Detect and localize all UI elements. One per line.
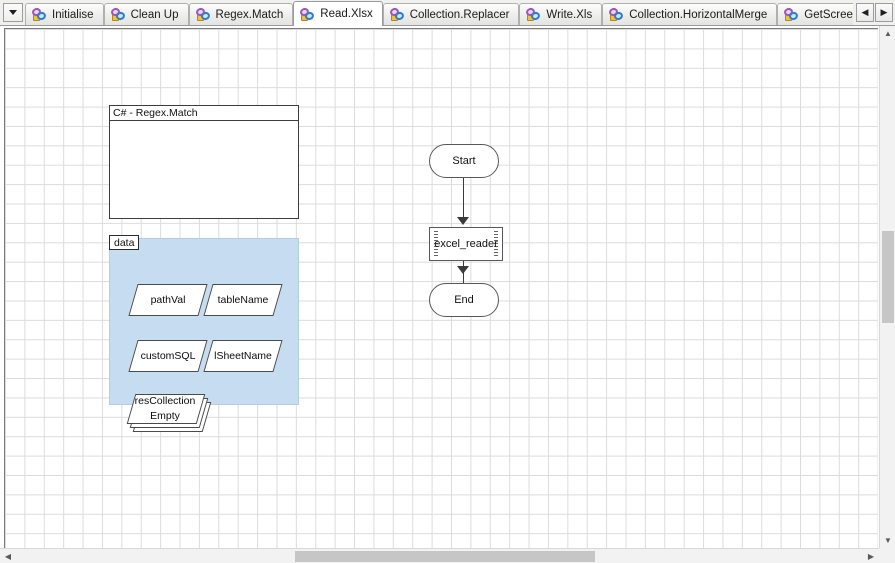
scroll-left-button[interactable]: ◀ (0, 549, 16, 563)
collection-layer-front (126, 394, 206, 424)
flow-node-label: excel_reader (434, 238, 498, 250)
chevron-left-icon: ◀ (861, 7, 869, 17)
arrowhead-icon (457, 266, 469, 274)
flow-node-end[interactable]: End (429, 283, 499, 317)
parallelogram-shape (128, 284, 208, 316)
object-rings-icon (608, 6, 625, 22)
tab-read-xlsx[interactable]: Read.Xlsx (293, 1, 383, 26)
object-rings-icon (299, 6, 316, 21)
data-item-lsheetname[interactable]: lSheetName (203, 340, 283, 372)
object-rings-icon (30, 6, 48, 22)
tab-label: Clean Up (130, 8, 179, 21)
scroll-up-button[interactable]: ▲ (880, 26, 895, 41)
parallelogram-shape (128, 340, 208, 372)
triangle-down-icon: ▼ (884, 536, 892, 545)
canvas-frame: C# - Regex.Match data pathVal tableName … (0, 26, 895, 563)
triangle-right-icon: ▶ (867, 552, 875, 561)
code-stage-block[interactable]: C# - Regex.Match (109, 105, 299, 219)
tab-scroll-left-button[interactable]: ◀ (856, 3, 874, 22)
data-item-pathval[interactable]: pathVal (128, 284, 208, 316)
vertical-scrollbar[interactable]: ▲ ▼ (879, 26, 895, 548)
tab-label: Collection.Replacer (409, 8, 510, 21)
code-stage-body[interactable] (110, 121, 298, 218)
object-rings-icon (388, 6, 405, 22)
chevron-right-icon: ▶ (880, 7, 888, 17)
object-rings-icon (525, 6, 542, 22)
object-rings-icon (109, 6, 126, 22)
data-item-tablename[interactable]: tableName (203, 284, 283, 316)
diagram-canvas[interactable]: C# - Regex.Match data pathVal tableName … (4, 28, 878, 548)
tab-collection-replacer[interactable]: Collection.Replacer (382, 3, 520, 25)
code-stage-title: C# - Regex.Match (110, 106, 298, 121)
tab-list-dropdown-button[interactable] (3, 3, 23, 22)
tab-regex-match[interactable]: Regex.Match (188, 3, 294, 25)
vertical-scrollbar-thumb[interactable] (882, 231, 894, 323)
tab-strip: Initialise Clean Up Regex.Match Read.Xlsx Co… (0, 0, 895, 26)
horizontal-scrollbar[interactable]: ◀ ▶ (0, 548, 879, 563)
data-item-customsql[interactable]: customSQL (128, 340, 208, 372)
triangle-up-icon: ▲ (884, 29, 892, 38)
flow-node-excel-reader[interactable]: excel_reader (429, 227, 503, 261)
tab-label: Write.Xls (546, 8, 593, 21)
object-rings-icon (783, 6, 800, 22)
tab-container: Initialise Clean Up Regex.Match Read.Xlsx Co… (25, 0, 853, 26)
tab-label: Collection.HorizontalMerge (629, 8, 768, 21)
data-group-label: data (109, 235, 140, 250)
data-item-rescollection[interactable]: resCollection Empty (126, 392, 212, 432)
tab-scroll-right-button[interactable]: ▶ (875, 3, 893, 22)
arrowhead-icon (457, 217, 469, 225)
data-group-container[interactable] (109, 238, 299, 405)
flow-node-label: Start (452, 155, 476, 167)
tab-collection-horizontalmerge[interactable]: Collection.HorizontalMerge (602, 3, 778, 25)
tab-clean-up[interactable]: Clean Up (103, 3, 189, 25)
scrollbar-corner (879, 548, 895, 563)
parallelogram-shape (203, 340, 283, 372)
scroll-down-button[interactable]: ▼ (880, 533, 895, 548)
connector-start-to-subprocess (463, 178, 464, 219)
process-designer-window: Initialise Clean Up Regex.Match Read.Xlsx Co… (0, 0, 895, 563)
tab-label: GetScreenshot (804, 8, 853, 21)
parallelogram-shape (203, 284, 283, 316)
flow-node-label: End (454, 294, 474, 306)
scroll-right-button[interactable]: ▶ (863, 549, 879, 563)
object-rings-icon (194, 6, 211, 22)
tab-write-xls[interactable]: Write.Xls (519, 3, 603, 25)
tab-getscreenshot[interactable]: GetScreenshot (777, 3, 853, 25)
tab-label: Initialise (52, 8, 94, 21)
chevron-down-icon (9, 10, 17, 15)
flow-node-start[interactable]: Start (429, 144, 499, 178)
horizontal-scrollbar-thumb[interactable] (295, 551, 595, 562)
triangle-left-icon: ◀ (4, 552, 12, 561)
tab-label: Regex.Match (215, 8, 284, 21)
tab-label: Read.Xlsx (320, 8, 373, 20)
tab-initialise[interactable]: Initialise (25, 3, 104, 25)
